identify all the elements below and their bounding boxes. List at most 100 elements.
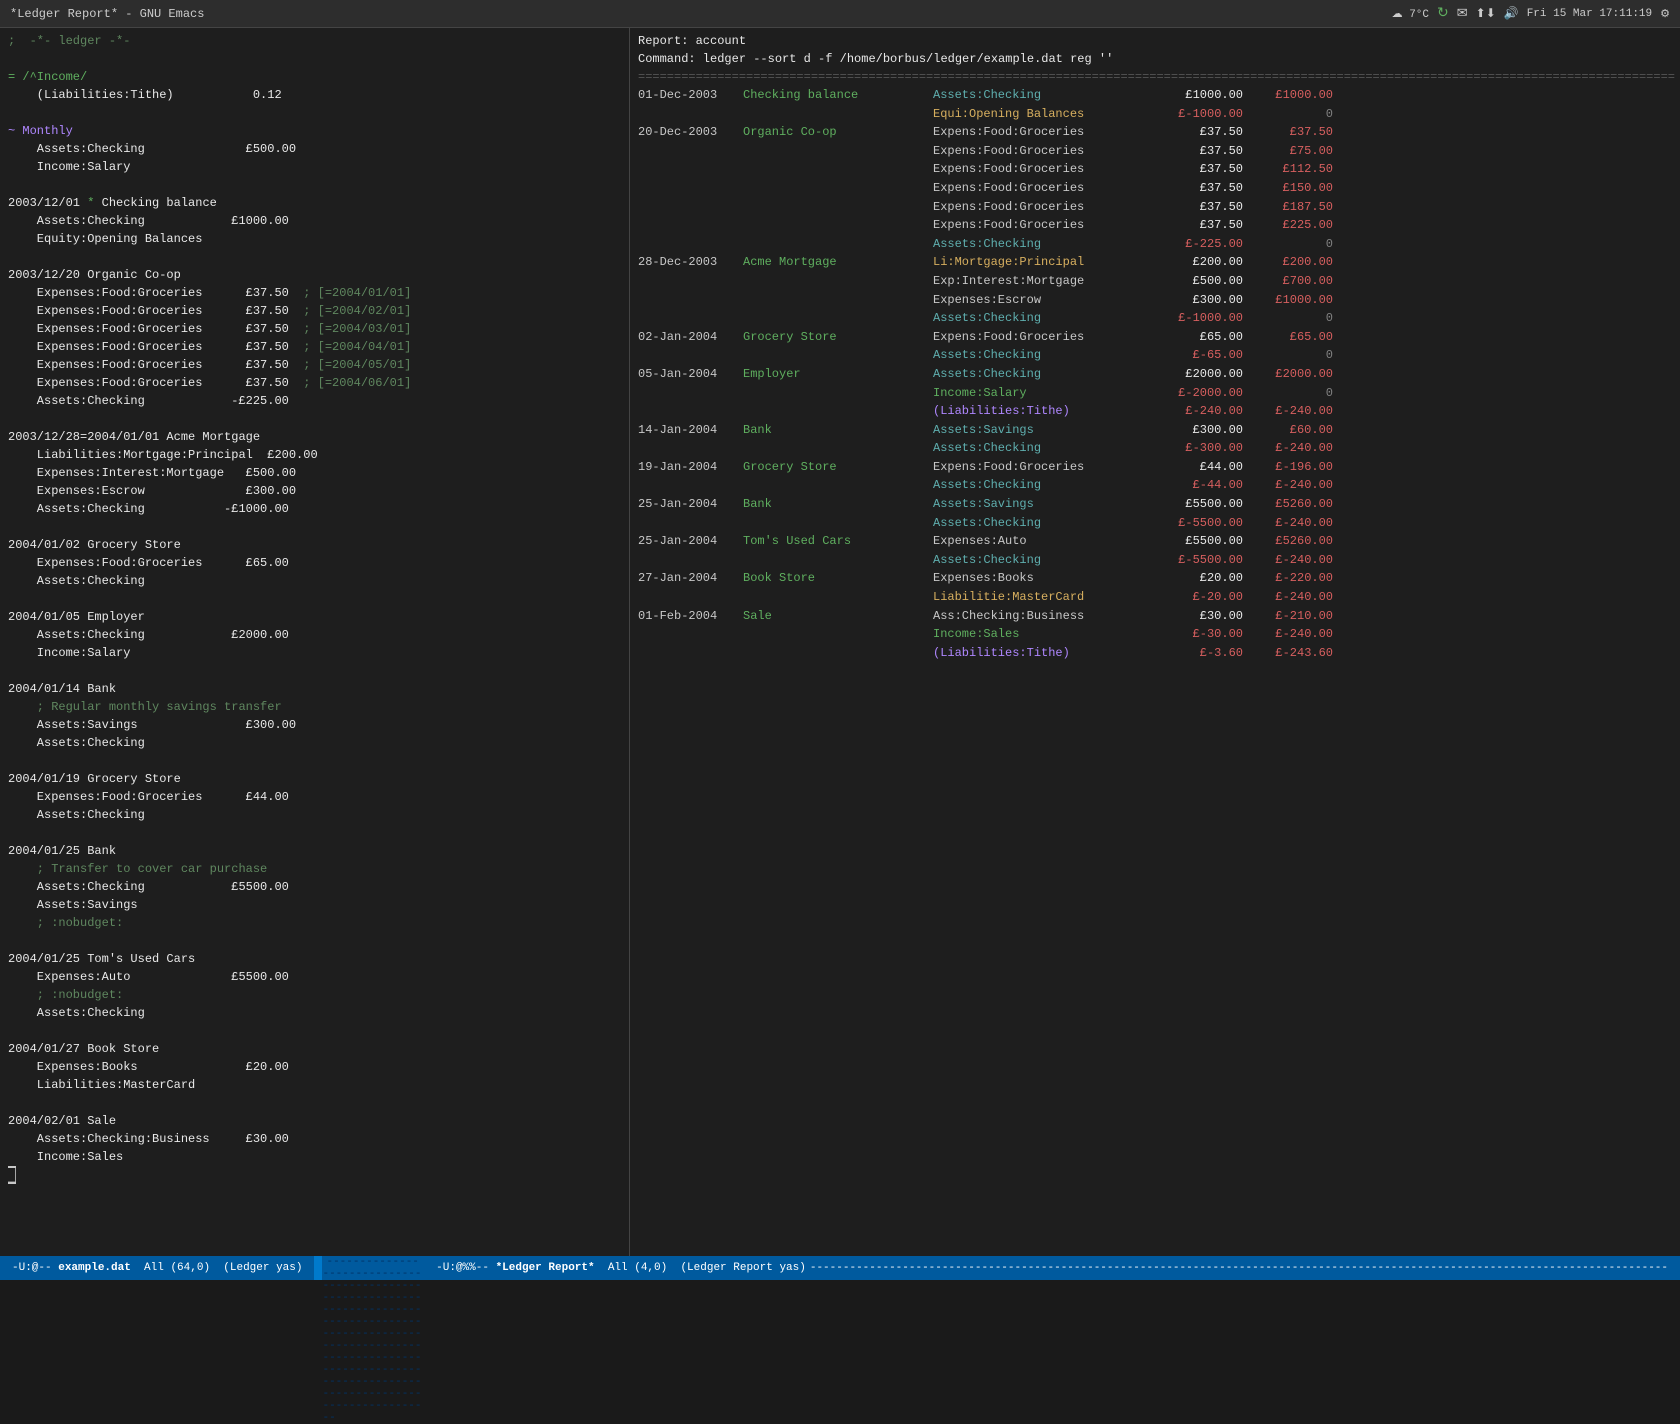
- entry-amount: £1000.00: [1153, 86, 1243, 105]
- report-row: Equi:Opening Balances£-1000.000: [638, 105, 1672, 124]
- entry-payee: Tom's Used Cars: [743, 532, 933, 551]
- entry-balance: £225.00: [1243, 216, 1333, 235]
- entry-account: Income:Sales: [933, 625, 1153, 644]
- tx8-savings: Assets:Savings: [8, 898, 138, 912]
- report-row: Income:Salary£-2000.000: [638, 384, 1672, 403]
- left-pane: ; -*- ledger -*- = /^Income/ (Liabilitie…: [0, 28, 630, 1256]
- status-mode-name-right: (Ledger Report yas): [680, 1262, 805, 1274]
- refresh-icon: ↻: [1437, 5, 1449, 22]
- right-pane-content: Report: account Command: ledger --sort d…: [630, 28, 1680, 666]
- entry-account: Assets:Checking: [933, 365, 1153, 384]
- tx5-checking: Assets:Checking £2000.00: [8, 628, 289, 642]
- status-position-left: All (64,0): [144, 1262, 210, 1274]
- entry-date-empty: [638, 291, 743, 310]
- entry-balance: £5260.00: [1243, 532, 1333, 551]
- tx10-mastercard: Liabilities:MasterCard: [8, 1078, 195, 1092]
- entry-date: 05-Jan-2004: [638, 365, 743, 384]
- statusbar: -U:@-- example.dat All (64,0) (Ledger ya…: [0, 1256, 1680, 1280]
- settings-icon[interactable]: ⚙: [1660, 7, 1670, 21]
- entry-date: 14-Jan-2004: [638, 421, 743, 440]
- entry-date: 25-Jan-2004: [638, 532, 743, 551]
- entry-date-empty: [638, 142, 743, 161]
- report-header: Report: account Command: ledger --sort d…: [638, 32, 1672, 86]
- entry-payee: Checking balance: [743, 86, 933, 105]
- tx8-comment: ; Transfer to cover car purchase: [8, 862, 267, 876]
- entry-payee: Employer: [743, 365, 933, 384]
- entry-payee-empty: [743, 402, 933, 421]
- left-editor[interactable]: ; -*- ledger -*- = /^Income/ (Liabilitie…: [8, 32, 621, 1184]
- entry-amount: £30.00: [1153, 607, 1243, 626]
- entry-payee-empty: [743, 216, 933, 235]
- entry-balance: £-210.00: [1243, 607, 1333, 626]
- periodic-checking: Assets:Checking £500.00: [8, 142, 296, 156]
- entry-amount: £200.00: [1153, 253, 1243, 272]
- entry-payee-empty: [743, 588, 933, 607]
- entry-balance: £-196.00: [1243, 458, 1333, 477]
- entry-balance: £700.00: [1243, 272, 1333, 291]
- report-divider: ========================================…: [638, 70, 1675, 84]
- report-row: Assets:Checking£-1000.000: [638, 309, 1672, 328]
- tx8-header: 2004/01/25 Bank: [8, 844, 116, 858]
- entry-date-empty: [638, 384, 743, 403]
- entry-date-empty: [638, 551, 743, 570]
- report-row: 25-Jan-2004Tom's Used CarsExpenses:Auto£…: [638, 532, 1672, 551]
- tx8-checking: Assets:Checking £5500.00: [8, 880, 289, 894]
- status-mode-left: -U:@--: [12, 1262, 52, 1274]
- entry-date-empty: [638, 588, 743, 607]
- status-mode-right: -U:@%%--: [436, 1262, 489, 1274]
- entry-account: Expens:Food:Groceries: [933, 328, 1153, 347]
- entry-amount: £37.50: [1153, 179, 1243, 198]
- tx5-header: 2004/01/05 Employer: [8, 610, 145, 624]
- entry-payee: Book Store: [743, 569, 933, 588]
- report-row: 19-Jan-2004Grocery StoreExpens:Food:Groc…: [638, 458, 1672, 477]
- entry-account: Expens:Food:Groceries: [933, 216, 1153, 235]
- entry-amount: £-240.00: [1153, 402, 1243, 421]
- entry-payee-empty: [743, 235, 933, 254]
- entry-account: Assets:Checking: [933, 476, 1153, 495]
- entry-balance: £65.00: [1243, 328, 1333, 347]
- entry-date-empty: [638, 160, 743, 179]
- report-row: Assets:Checking£-5500.00£-240.00: [638, 514, 1672, 533]
- report-row: Expens:Food:Groceries£37.50£150.00: [638, 179, 1672, 198]
- titlebar: *Ledger Report* - GNU Emacs ☁ 7°C ↻ ✉ ⬆⬇…: [0, 0, 1680, 28]
- tx7-groc: Expenses:Food:Groceries £44.00: [8, 790, 289, 804]
- periodic-salary: Income:Salary: [8, 160, 130, 174]
- tx9-nobudget: ; :nobudget:: [8, 988, 123, 1002]
- tx9-header: 2004/01/25 Tom's Used Cars: [8, 952, 195, 966]
- entry-account: Ass:Checking:Business: [933, 607, 1153, 626]
- entry-account: Assets:Checking: [933, 86, 1153, 105]
- entry-account: Expenses:Escrow: [933, 291, 1153, 310]
- tx3-escrow: Expenses:Escrow £300.00: [8, 484, 296, 498]
- tx2-groc6: Expenses:Food:Groceries £37.50 ; [=2004/…: [8, 376, 411, 390]
- entry-account: Expens:Food:Groceries: [933, 198, 1153, 217]
- periodic-tx-header: ~ Monthly: [8, 124, 73, 138]
- entry-balance: £-240.00: [1243, 439, 1333, 458]
- report-row: Expens:Food:Groceries£37.50£112.50: [638, 160, 1672, 179]
- tx3-interest: Expenses:Interest:Mortgage £500.00: [8, 466, 296, 480]
- entry-payee-empty: [743, 551, 933, 570]
- tx10-header: 2004/01/27 Book Store: [8, 1042, 159, 1056]
- entry-date: 20-Dec-2003: [638, 123, 743, 142]
- entry-amount: £-300.00: [1153, 439, 1243, 458]
- tx4-checking: Assets:Checking: [8, 574, 145, 588]
- entry-account: Expens:Food:Groceries: [933, 142, 1153, 161]
- entry-balance: £-240.00: [1243, 514, 1333, 533]
- tx6-header: 2004/01/14 Bank: [8, 682, 116, 696]
- entry-date: 01-Dec-2003: [638, 86, 743, 105]
- entry-account: Assets:Checking: [933, 309, 1153, 328]
- tx3-checking: Assets:Checking -£1000.00: [8, 502, 289, 516]
- statusbar-right-info: -U:@%%-- *Ledger Report* All (4,0) (Ledg…: [424, 1256, 1680, 1280]
- tx2-groc2: Expenses:Food:Groceries £37.50 ; [=2004/…: [8, 304, 411, 318]
- entry-account: Income:Salary: [933, 384, 1153, 403]
- entry-payee: Sale: [743, 607, 933, 626]
- entry-date-empty: [638, 179, 743, 198]
- entry-balance: £-243.60: [1243, 644, 1333, 663]
- entry-payee-empty: [743, 160, 933, 179]
- report-row: Income:Sales£-30.00£-240.00: [638, 625, 1672, 644]
- entry-balance: £2000.00: [1243, 365, 1333, 384]
- entry-amount: £-65.00: [1153, 346, 1243, 365]
- entry-date: 27-Jan-2004: [638, 569, 743, 588]
- report-row: Assets:Checking£-44.00£-240.00: [638, 476, 1672, 495]
- status-position-right: All (4,0): [608, 1262, 667, 1274]
- entry-date-empty: [638, 476, 743, 495]
